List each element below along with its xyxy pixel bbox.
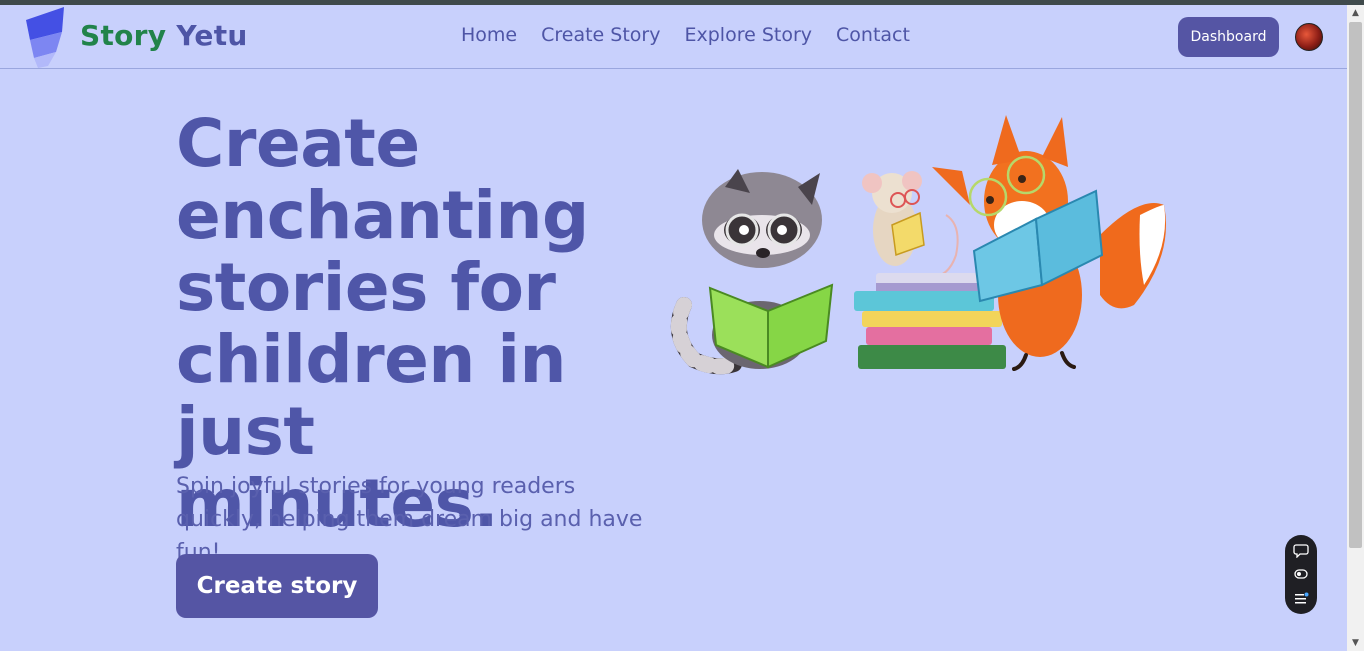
brand-name[interactable]: Story Yetu [80, 19, 248, 52]
main-nav: Home Create Story Explore Story Contact [461, 24, 910, 46]
story-yetu-logo-icon[interactable] [24, 6, 66, 68]
nav-explore-story[interactable]: Explore Story [684, 24, 812, 46]
nav-create-story[interactable]: Create Story [541, 24, 660, 46]
brand-word-yetu: Yetu [176, 19, 248, 52]
user-avatar[interactable] [1295, 23, 1323, 51]
toggle-icon[interactable] [1293, 566, 1309, 582]
raccoon-illustration [670, 169, 834, 375]
floating-widget [1285, 535, 1317, 614]
nav-home[interactable]: Home [461, 24, 517, 46]
brand-word-story: Story [80, 19, 167, 52]
scroll-down-arrow-icon[interactable]: ▼ [1350, 638, 1361, 649]
list-icon[interactable] [1293, 590, 1309, 606]
scroll-up-arrow-icon[interactable]: ▲ [1350, 8, 1361, 19]
chat-icon[interactable] [1293, 542, 1309, 558]
create-story-button[interactable]: Create story [176, 554, 378, 618]
dashboard-button[interactable]: Dashboard [1178, 17, 1279, 57]
nav-contact[interactable]: Contact [836, 24, 910, 46]
scrollbar-thumb[interactable] [1349, 22, 1362, 548]
navbar: Story Yetu Home Create Story Explore Sto… [0, 5, 1347, 69]
mouse-illustration [862, 171, 959, 279]
hero-illustration [670, 115, 1166, 375]
